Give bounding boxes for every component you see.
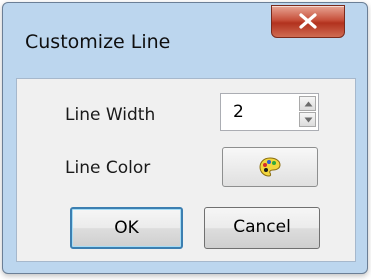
dialog-client-area: Line Width 2 Line Color OK Cancel (16, 78, 356, 262)
line-width-value[interactable]: 2 (233, 102, 244, 122)
line-color-label: Line Color (65, 158, 151, 178)
close-icon (299, 13, 317, 29)
title-bar: Customize Line (3, 3, 367, 77)
window-title: Customize Line (25, 31, 171, 53)
spinner-up-button[interactable] (299, 96, 316, 111)
arrow-down-icon (304, 117, 313, 123)
ok-button[interactable]: OK (70, 207, 183, 249)
dialog-window: Customize Line Line Width 2 Line Color O… (2, 2, 368, 274)
spinner-down-button[interactable] (299, 112, 316, 127)
spinner-buttons (299, 96, 316, 128)
line-width-spinner[interactable]: 2 (220, 93, 319, 131)
arrow-up-icon (304, 101, 313, 107)
color-palette-icon (259, 157, 281, 177)
line-width-label: Line Width (65, 105, 156, 125)
close-button[interactable] (271, 5, 345, 38)
line-color-button[interactable] (222, 147, 318, 187)
cancel-button[interactable]: Cancel (204, 207, 320, 249)
